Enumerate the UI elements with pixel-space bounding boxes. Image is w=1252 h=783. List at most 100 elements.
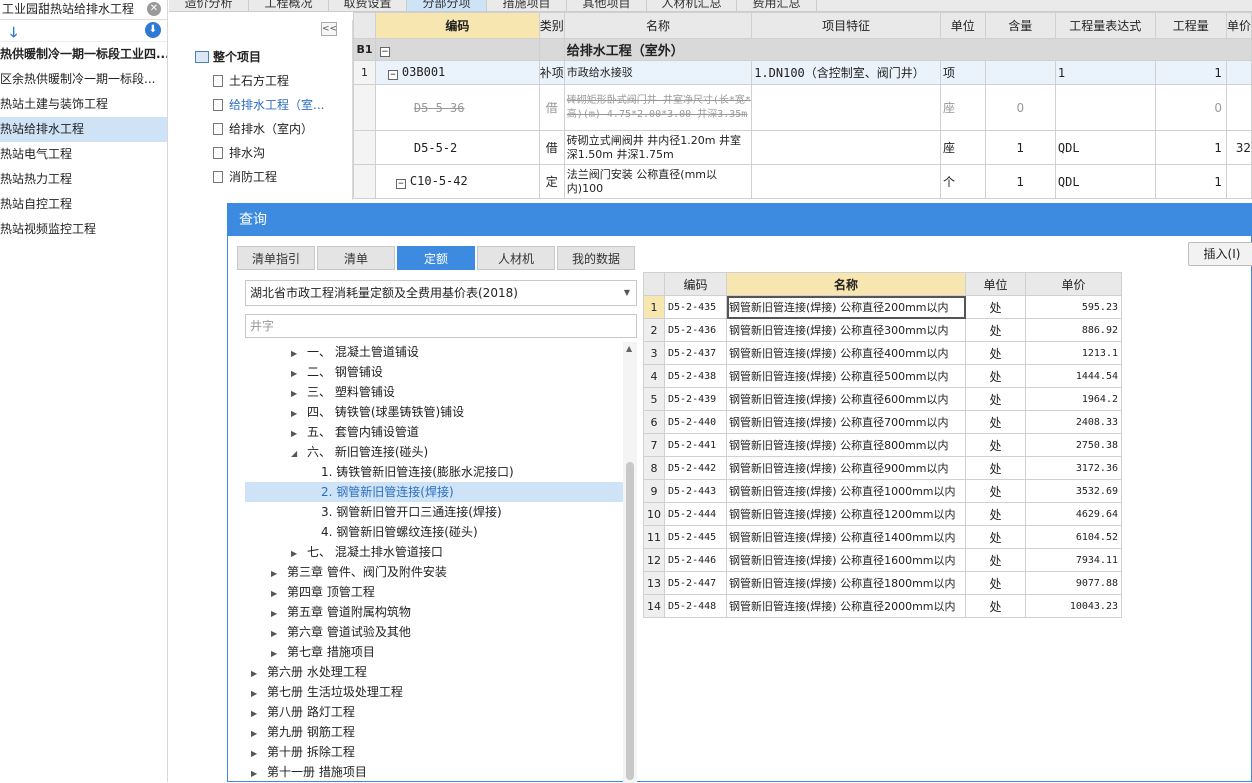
tab-4[interactable]: 措施项目 xyxy=(487,0,567,11)
result-price[interactable]: 2408.33 xyxy=(1025,410,1122,434)
quota-tree-node[interactable]: ▶ 五、 套管内铺设管道 xyxy=(245,422,623,442)
result-name[interactable]: 钢管新旧管连接(焊接) 公称直径700mm以内 xyxy=(726,410,966,434)
result-unit[interactable]: 处 xyxy=(965,548,1026,572)
grid-row[interactable]: 1−03B001 补项 市政给水接驳 1.DN100（含控制室、阀门井）项 1 1 xyxy=(353,60,1252,85)
result-name[interactable]: 钢管新旧管连接(焊接) 公称直径1600mm以内 xyxy=(726,548,966,572)
cell-price[interactable] xyxy=(1225,60,1252,85)
grid-col-type[interactable]: 类别 xyxy=(538,12,565,39)
result-code[interactable]: D5-2-436 xyxy=(664,318,727,342)
result-row[interactable]: 4 D5-2-438 钢管新旧管连接(焊接) 公称直径500mm以内处 1444.54 xyxy=(643,364,1122,388)
result-code[interactable]: D5-2-435 xyxy=(664,295,727,319)
result-price[interactable]: 6104.52 xyxy=(1025,525,1122,549)
result-unit[interactable]: 处 xyxy=(965,433,1026,457)
result-row[interactable]: 7 D5-2-441 钢管新旧管连接(焊接) 公称直径800mm以内处 2750.38 xyxy=(643,433,1122,457)
cell-type[interactable]: 借 xyxy=(538,84,565,131)
project-item[interactable]: 热站自控工程 xyxy=(0,192,167,217)
result-code[interactable]: D5-2-443 xyxy=(664,479,727,503)
quota-tree-node[interactable]: ◢ 六、 新旧管连接(碰头) xyxy=(245,442,623,462)
quota-tree-node[interactable]: ▶ 二、 钢管铺设 xyxy=(245,362,623,382)
cell-qty[interactable]: 1 xyxy=(1154,60,1227,85)
caret-right-icon[interactable]: ▶ xyxy=(271,644,281,664)
result-unit[interactable]: 处 xyxy=(965,502,1026,526)
result-unit[interactable]: 处 xyxy=(965,571,1026,595)
result-row[interactable]: 13 D5-2-447 钢管新旧管连接(焊接) 公称直径1800mm以内处 9077.… xyxy=(643,571,1122,595)
tree-node[interactable]: 消防工程 xyxy=(213,165,277,189)
cell-name[interactable]: 法兰阀门安装 公称直径(mm以内)100 xyxy=(563,164,753,199)
cell-content[interactable]: 0 xyxy=(984,84,1056,131)
result-row[interactable]: 11 D5-2-445 钢管新旧管连接(焊接) 公称直径1400mm以内处 6104.… xyxy=(643,525,1122,549)
result-unit[interactable]: 处 xyxy=(965,364,1026,388)
tree-node[interactable]: 排水沟 xyxy=(213,141,265,165)
result-unit[interactable]: 处 xyxy=(965,341,1026,365)
grid-section-row[interactable]: B1− 给排水工程（室外） xyxy=(353,38,1252,61)
caret-right-icon[interactable]: ▶ xyxy=(251,684,261,704)
result-code[interactable]: D5-2-441 xyxy=(664,433,727,457)
cell-feature[interactable] xyxy=(751,130,941,165)
result-price[interactable]: 1213.1 xyxy=(1025,341,1122,365)
result-unit[interactable]: 处 xyxy=(965,594,1026,618)
result-code[interactable]: D5-2-442 xyxy=(664,456,727,480)
cell-code[interactable]: − C10-5-42 xyxy=(374,164,540,199)
download-icon[interactable]: ⬇ xyxy=(145,22,161,38)
cell-unit[interactable]: 座 xyxy=(939,84,986,131)
cell-unit[interactable]: 座 xyxy=(939,130,986,165)
result-col-price[interactable]: 单价 xyxy=(1025,272,1122,296)
quota-tree-node[interactable]: ▶ 第六册 水处理工程 xyxy=(245,662,623,682)
result-name[interactable]: 钢管新旧管连接(焊接) 公称直径800mm以内 xyxy=(726,433,966,457)
caret-right-icon[interactable]: ▶ xyxy=(271,564,281,584)
result-unit[interactable]: 处 xyxy=(965,525,1026,549)
project-item[interactable]: 热站电气工程 xyxy=(0,142,167,167)
dialog-tab-4[interactable]: 我的数据 xyxy=(557,246,635,270)
result-name[interactable]: 钢管新旧管连接(焊接) 公称直径200mm以内 xyxy=(726,295,966,319)
cell-code[interactable]: D5-5-36 xyxy=(374,84,540,131)
cell-name[interactable]: 市政给水接驳 xyxy=(563,60,753,85)
cell-code[interactable]: D5-5-2 xyxy=(374,130,540,165)
project-item[interactable]: 热站视频监控工程 xyxy=(0,217,167,242)
project-item[interactable]: 热站给排水工程 xyxy=(0,117,167,142)
result-price[interactable]: 1444.54 xyxy=(1025,364,1122,388)
result-name[interactable]: 钢管新旧管连接(焊接) 公称直径2000mm以内 xyxy=(726,594,966,618)
result-name[interactable]: 钢管新旧管连接(焊接) 公称直径1000mm以内 xyxy=(726,479,966,503)
result-price[interactable]: 1964.2 xyxy=(1025,387,1122,411)
grid-row[interactable]: − C10-5-42 定法兰阀门安装 公称直径(mm以内)100 个 1 QDL 1 xyxy=(353,164,1252,199)
cell-unit[interactable]: 个 xyxy=(939,164,986,199)
cell-code[interactable]: −03B001 xyxy=(374,60,540,85)
quota-tree-node[interactable]: ▶ 第八册 路灯工程 xyxy=(245,702,623,722)
result-price[interactable]: 10043.23 xyxy=(1025,594,1122,618)
caret-right-icon[interactable]: ▶ xyxy=(291,424,301,444)
library-select[interactable]: 湖北省市政工程消耗量定额及全费用基价表(2018) ▼ xyxy=(245,280,637,306)
result-name[interactable]: 钢管新旧管连接(焊接) 公称直径600mm以内 xyxy=(726,387,966,411)
result-name[interactable]: 钢管新旧管连接(焊接) 公称直径400mm以内 xyxy=(726,341,966,365)
tab-5[interactable]: 其他项目 xyxy=(567,0,647,11)
collapse-icon[interactable]: − xyxy=(379,47,390,57)
tree-node[interactable]: 土石方工程 xyxy=(213,69,289,93)
project-item[interactable]: 热供暖制冷一期一标段工业四... xyxy=(0,42,167,67)
quota-tree-node[interactable]: ▶ 第五章 管道附属构筑物 xyxy=(245,602,623,622)
grid-row[interactable]: D5-5-36 借砖砌矩形卧式阀门井 井室净尺寸(长*宽*高)(m) 4.75*2… xyxy=(353,84,1252,131)
result-code[interactable]: D5-2-448 xyxy=(664,594,727,618)
result-code[interactable]: D5-2-447 xyxy=(664,571,727,595)
dialog-tab-2[interactable]: 定额 xyxy=(397,246,475,270)
result-name[interactable]: 钢管新旧管连接(焊接) 公称直径1400mm以内 xyxy=(726,525,966,549)
cell-type[interactable]: 借 xyxy=(538,130,565,165)
quota-tree-node[interactable]: ▶ 第九册 钢筋工程 xyxy=(245,722,623,742)
result-code[interactable]: D5-2-446 xyxy=(664,548,727,572)
tab-3[interactable]: 分部分项 xyxy=(407,0,487,11)
grid-col-feature[interactable]: 项目特征 xyxy=(751,12,941,39)
caret-right-icon[interactable]: ▶ xyxy=(251,724,261,744)
result-col-code[interactable]: 编码 xyxy=(664,272,727,296)
tab-2[interactable]: 取费设置 xyxy=(329,0,407,11)
result-code[interactable]: D5-2-439 xyxy=(664,387,727,411)
quota-tree-node[interactable]: ▶ 七、 混凝土排水管道接口 xyxy=(245,542,623,562)
caret-right-icon[interactable]: ▶ xyxy=(271,604,281,624)
tree-root[interactable]: 整个项目 xyxy=(195,45,261,69)
quota-tree-node[interactable]: ▶ 四、 铸铁管(球墨铸铁管)铺设 xyxy=(245,402,623,422)
cell-qty[interactable]: 1 xyxy=(1154,164,1227,199)
cell-price[interactable] xyxy=(1225,164,1252,199)
insert-button[interactable]: 插入(I) xyxy=(1188,242,1252,266)
result-unit[interactable]: 处 xyxy=(965,295,1026,319)
cell-content[interactable]: 1 xyxy=(984,130,1056,165)
result-unit[interactable]: 处 xyxy=(965,410,1026,434)
cell-content[interactable] xyxy=(984,60,1056,85)
collapse-icon[interactable]: − xyxy=(395,179,406,189)
